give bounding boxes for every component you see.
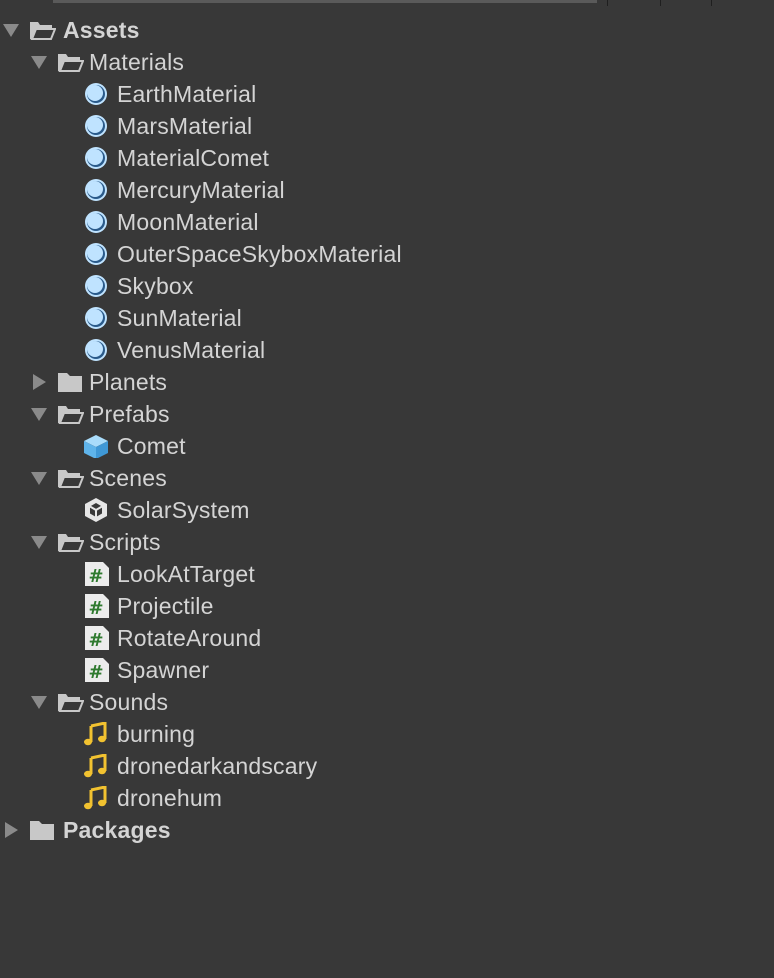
tree-item-label: Skybox: [117, 273, 194, 299]
tree-item-script[interactable]: # LookAtTarget: [0, 558, 774, 590]
expand-arrow-icon[interactable]: [31, 472, 47, 485]
tree-item-material[interactable]: EarthMaterial: [0, 78, 774, 110]
search-field-edge[interactable]: [53, 0, 597, 3]
material-icon: [83, 210, 111, 234]
audio-icon: [83, 722, 111, 746]
tree-item-scripts[interactable]: Scripts: [0, 526, 774, 558]
tree-item-material[interactable]: MaterialComet: [0, 142, 774, 174]
script-icon: #: [83, 594, 111, 618]
tree-item-script[interactable]: # Projectile: [0, 590, 774, 622]
folder-open-icon: [56, 530, 84, 554]
tree-item-audio[interactable]: burning: [0, 718, 774, 750]
material-icon: [83, 274, 111, 298]
material-icon: [83, 146, 111, 170]
script-icon: #: [83, 658, 111, 682]
expand-arrow-icon[interactable]: [31, 56, 47, 69]
tree-item-label: EarthMaterial: [117, 81, 257, 107]
tree-item-label: MercuryMaterial: [117, 177, 285, 203]
folder-icon: [56, 370, 84, 394]
tree-item-label: Sounds: [89, 689, 169, 715]
script-icon: #: [83, 626, 111, 650]
material-icon: [83, 306, 111, 330]
audio-icon: [83, 754, 111, 778]
svg-text:#: #: [88, 598, 103, 618]
folder-open-icon: [28, 18, 56, 42]
tree-item-material[interactable]: VenusMaterial: [0, 334, 774, 366]
material-icon: [83, 114, 111, 138]
svg-text:#: #: [88, 566, 103, 586]
tree-item-label: Packages: [63, 817, 171, 843]
tree-item-script[interactable]: # Spawner: [0, 654, 774, 686]
tree-item-label: MarsMaterial: [117, 113, 253, 139]
tree-item-label: Planets: [89, 369, 168, 395]
tree-item-label: SunMaterial: [117, 305, 242, 331]
tree-item-label: Materials: [89, 49, 185, 75]
tree-item-scene[interactable]: SolarSystem: [0, 494, 774, 526]
tree-item-planets[interactable]: Planets: [0, 366, 774, 398]
tree-item-material[interactable]: MarsMaterial: [0, 110, 774, 142]
tree-item-material[interactable]: OuterSpaceSkyboxMaterial: [0, 238, 774, 270]
tree-item-label: VenusMaterial: [117, 337, 266, 363]
svg-text:#: #: [88, 662, 103, 682]
collapse-arrow-icon[interactable]: [5, 822, 18, 838]
tree-item-label: MaterialComet: [117, 145, 270, 171]
toolbar-divider: [607, 0, 608, 6]
material-icon: [83, 82, 111, 106]
tree-item-material[interactable]: SunMaterial: [0, 302, 774, 334]
collapse-arrow-icon[interactable]: [33, 374, 46, 390]
tree-item-label: burning: [117, 721, 196, 747]
tree-item-material[interactable]: MercuryMaterial: [0, 174, 774, 206]
tree-item-label: LookAtTarget: [117, 561, 255, 587]
folder-open-icon: [56, 50, 84, 74]
tree-item-label: RotateAround: [117, 625, 262, 651]
expand-arrow-icon[interactable]: [31, 536, 47, 549]
tree-item-packages[interactable]: Packages: [0, 814, 774, 846]
tree-item-label: Scenes: [89, 465, 167, 491]
audio-icon: [83, 786, 111, 810]
tree-item-audio[interactable]: dronedarkandscary: [0, 750, 774, 782]
tree-item-audio[interactable]: dronehum: [0, 782, 774, 814]
tree-item-prefab[interactable]: Comet: [0, 430, 774, 462]
tree-item-label: Spawner: [117, 657, 210, 683]
tree-item-materials[interactable]: Materials: [0, 46, 774, 78]
tree-item-label: dronedarkandscary: [117, 753, 318, 779]
tree-item-label: Projectile: [117, 593, 214, 619]
tree-item-prefabs[interactable]: Prefabs: [0, 398, 774, 430]
tree-item-scenes[interactable]: Scenes: [0, 462, 774, 494]
scene-icon: [83, 498, 111, 522]
expand-arrow-icon[interactable]: [31, 696, 47, 709]
material-icon: [83, 242, 111, 266]
toolbar-strip: [0, 0, 774, 6]
tree-item-assets[interactable]: Assets: [0, 14, 774, 46]
svg-text:#: #: [88, 630, 103, 650]
tree-item-material[interactable]: MoonMaterial: [0, 206, 774, 238]
tree-item-script[interactable]: # RotateAround: [0, 622, 774, 654]
expand-arrow-icon[interactable]: [3, 24, 19, 37]
material-icon: [83, 178, 111, 202]
tree-item-label: Prefabs: [89, 401, 170, 427]
folder-icon: [28, 818, 56, 842]
project-tree: Assets Materials EarthMaterial MarsMater…: [0, 14, 774, 846]
tree-item-material[interactable]: Skybox: [0, 270, 774, 302]
toolbar-divider: [660, 0, 661, 6]
folder-open-icon: [56, 466, 84, 490]
tree-item-label: Comet: [117, 433, 186, 459]
tree-item-label: SolarSystem: [117, 497, 250, 523]
script-icon: #: [83, 562, 111, 586]
material-icon: [83, 338, 111, 362]
folder-open-icon: [56, 402, 84, 426]
tree-item-label: dronehum: [117, 785, 223, 811]
toolbar-divider: [711, 0, 712, 6]
tree-item-label: Scripts: [89, 529, 161, 555]
tree-item-label: MoonMaterial: [117, 209, 259, 235]
tree-item-label: Assets: [63, 17, 140, 43]
tree-item-label: OuterSpaceSkyboxMaterial: [117, 241, 402, 267]
tree-item-sounds[interactable]: Sounds: [0, 686, 774, 718]
folder-open-icon: [56, 690, 84, 714]
expand-arrow-icon[interactable]: [31, 408, 47, 421]
prefab-icon: [83, 434, 111, 458]
